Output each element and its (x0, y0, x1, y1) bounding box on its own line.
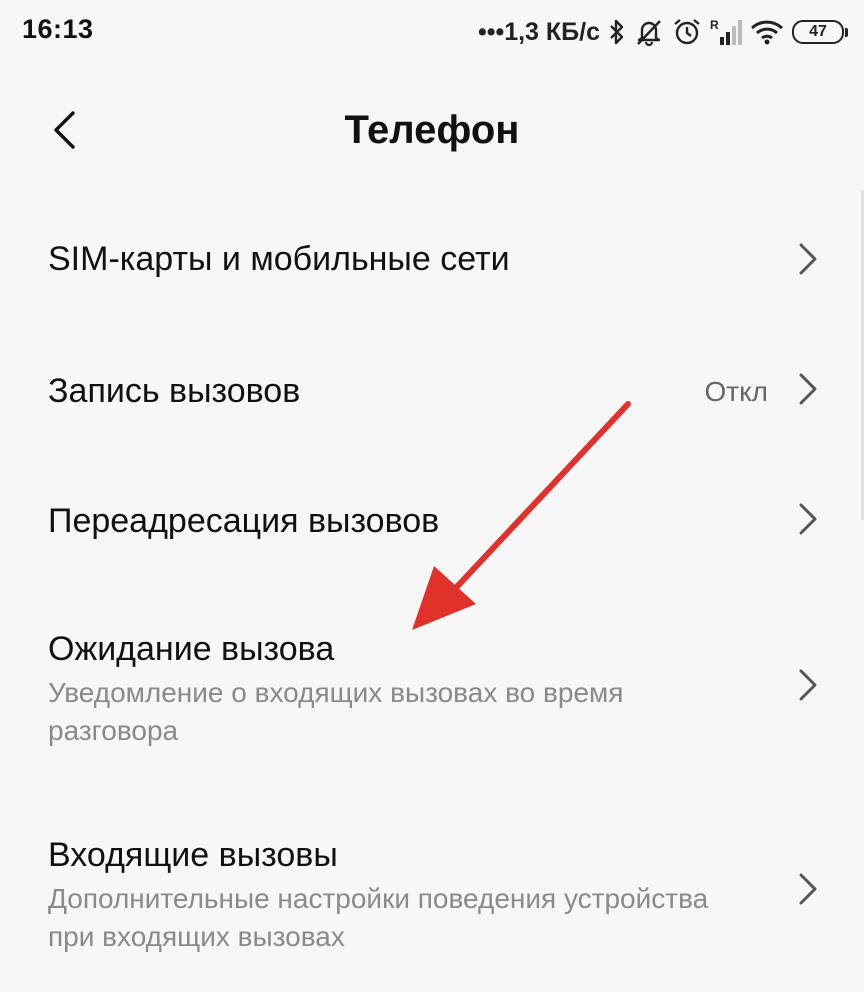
status-time: 16:13 (22, 14, 94, 44)
battery-level: 47 (809, 23, 827, 40)
setting-call-forwarding[interactable]: Переадресация вызовов (0, 456, 864, 586)
setting-subtitle: Уведомление о входящих вызовах во время … (48, 677, 624, 746)
setting-title: SIM-карты и мобильные сети (48, 240, 510, 278)
page-title: Телефон (344, 108, 520, 152)
setting-title: Входящие вызовы (48, 836, 338, 874)
chevron-right-icon (799, 669, 817, 701)
setting-title: Переадресация вызовов (48, 502, 440, 540)
setting-call-waiting[interactable]: Ожидание вызова Уведомление о входящих в… (0, 586, 864, 786)
battery-icon: 47 (792, 20, 848, 44)
status-icons: •••1,3 КБ/с R 47 (477, 14, 848, 50)
setting-title: Ожидание вызова (48, 630, 335, 668)
status-bar: 16:13 •••1,3 КБ/с R 47 (0, 0, 864, 64)
svg-text:R: R (710, 18, 719, 32)
setting-value: Откл (704, 376, 768, 407)
setting-title: Запись вызовов (48, 372, 301, 410)
app-header: Телефон (0, 92, 864, 172)
alarm-icon (674, 19, 700, 45)
network-speed: •••1,3 КБ/с (477, 17, 600, 46)
wifi-icon (750, 20, 784, 45)
setting-incoming-calls[interactable]: Входящие вызовы Дополнительные настройки… (0, 786, 864, 986)
bluetooth-icon (610, 19, 624, 45)
mute-bell-icon (637, 20, 661, 46)
chevron-right-icon (799, 503, 817, 535)
chevron-right-icon (799, 243, 817, 275)
setting-subtitle: Дополнительные настройки поведения устро… (48, 883, 709, 952)
setting-call-recording[interactable]: Запись вызовов Откл (0, 326, 864, 456)
chevron-right-icon (799, 373, 817, 405)
signal-roaming-icon: R (710, 18, 742, 45)
chevron-right-icon (799, 873, 817, 905)
setting-sim-cards[interactable]: SIM-карты и мобильные сети (0, 196, 864, 326)
